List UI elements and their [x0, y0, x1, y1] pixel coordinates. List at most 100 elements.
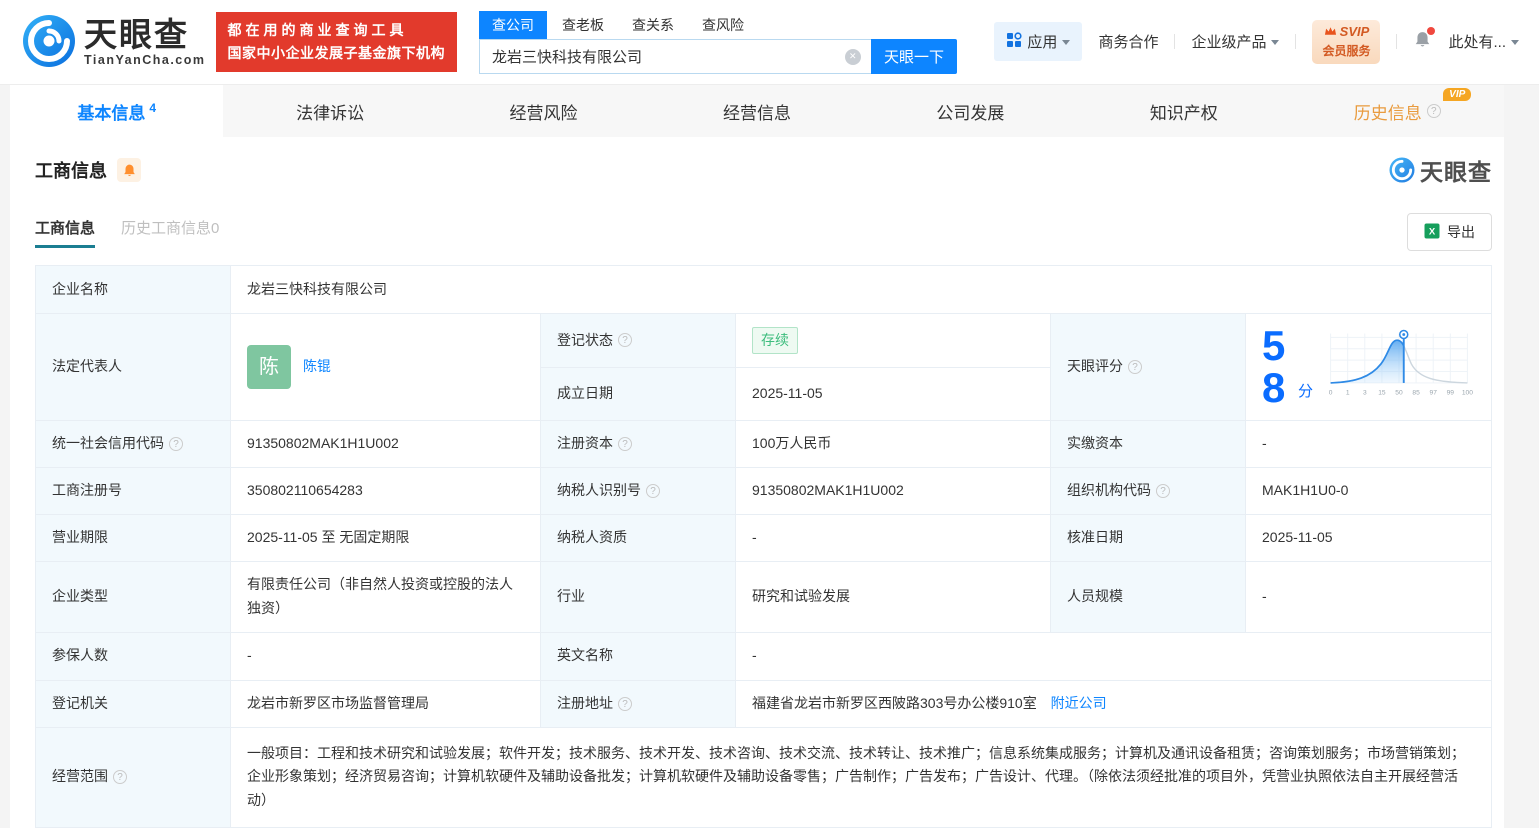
field-value-business-scope: 一般项目：工程和技术研究和试验发展；软件开发；技术服务、技术开发、技术咨询、技术…	[230, 726, 1492, 828]
search-area: 查公司 查老板 查关系 查风险 天眼一下	[479, 10, 957, 74]
field-value-business-term: 2025-11-05 至 无固定期限	[230, 513, 541, 562]
field-value-org-code: MAK1H1U0-0	[1245, 466, 1492, 515]
field-value-approval-date: 2025-11-05	[1245, 513, 1492, 562]
subscribe-bell-button[interactable]	[117, 158, 141, 182]
user-menu-label: 此处有...	[1448, 34, 1506, 52]
tab-history-info[interactable]: VIP 历史信息	[1291, 85, 1504, 137]
field-value-credit-code: 91350802MAK1H1U002	[230, 419, 541, 468]
field-label-staff-size: 人员规模	[1050, 560, 1246, 633]
field-value-industry: 研究和试验发展	[735, 560, 1051, 633]
tianyancha-watermark: 天眼查	[1389, 153, 1492, 187]
field-label-reg-authority: 登记机关	[35, 679, 231, 728]
enterprise-products-label: 企业级产品	[1191, 34, 1267, 52]
svip-label-line1: SVIP	[1339, 23, 1370, 39]
svg-text:15: 15	[1378, 389, 1386, 396]
question-circle-icon[interactable]	[1128, 359, 1142, 374]
tab-operating-info[interactable]: 经营信息	[650, 85, 863, 137]
excel-icon: X	[1424, 223, 1440, 242]
subtab-business-info[interactable]: 工商信息	[35, 217, 96, 248]
table-row: 营业期限 2025-11-05 至 无固定期限 纳税人资质 - 核准日期 202…	[35, 513, 1492, 562]
tab-label: 经营风险	[509, 103, 578, 123]
field-label-english-name: 英文名称	[540, 631, 736, 681]
field-value-reg-status: 存续	[735, 313, 1051, 368]
tab-legal-lawsuits[interactable]: 法律诉讼	[223, 85, 436, 137]
question-circle-icon[interactable]	[169, 436, 183, 451]
svg-text:85: 85	[1412, 389, 1420, 396]
divider	[1174, 34, 1176, 50]
chevron-down-icon	[1271, 40, 1280, 46]
export-label: 导出	[1447, 224, 1475, 240]
question-circle-icon[interactable]	[618, 333, 632, 348]
search-input[interactable]	[479, 38, 871, 74]
svg-text:100: 100	[1462, 389, 1473, 396]
grid-icon	[1006, 32, 1023, 52]
tab-operating-risk[interactable]: 经营风险	[437, 85, 650, 137]
tab-label: 基本信息	[77, 103, 146, 123]
field-value-taxpayer-quality: -	[735, 513, 1051, 562]
tab-company-development[interactable]: 公司发展	[864, 85, 1077, 137]
legal-rep-link[interactable]: 陈锟	[303, 355, 331, 379]
field-value-reg-number: 350802110654283	[230, 466, 541, 515]
table-row: 登记机关 龙岩市新罗区市场监督管理局 注册地址 福建省龙岩市新罗区西陂路303号…	[35, 679, 1492, 728]
tab-label: 经营信息	[722, 103, 791, 123]
business-coop-menu[interactable]: 商务合作	[1098, 31, 1158, 52]
question-circle-icon[interactable]	[1426, 104, 1441, 118]
circle-x-icon[interactable]	[845, 48, 861, 65]
question-circle-icon[interactable]	[646, 483, 660, 498]
export-button[interactable]: X 导出	[1407, 213, 1492, 251]
search-tab-risk[interactable]: 查风险	[689, 11, 757, 39]
subtab-history-business-info[interactable]: 历史工商信息0	[121, 217, 219, 248]
field-label-paid-capital: 实缴资本	[1050, 419, 1246, 468]
question-circle-icon[interactable]	[113, 770, 127, 785]
svg-text:97: 97	[1430, 389, 1438, 396]
field-label-approval-date: 核准日期	[1050, 513, 1246, 562]
content: 工商信息 天眼查 工商信息 历史工商信息0 X 导出 企业名称 龙岩三快科技有限…	[10, 137, 1504, 828]
field-value-reg-authority: 龙岩市新罗区市场监督管理局	[230, 679, 541, 728]
notification-bell-button[interactable]	[1413, 27, 1436, 53]
question-circle-icon[interactable]	[1156, 483, 1170, 498]
search-button[interactable]: 天眼一下	[871, 38, 957, 74]
search-tab-relation[interactable]: 查关系	[619, 11, 687, 39]
field-label-reg-address: 注册地址	[540, 679, 736, 728]
search-tab-boss[interactable]: 查老板	[549, 11, 617, 39]
table-row: 法定代表人 陈 陈锟 登记状态 存续	[35, 313, 1492, 421]
enterprise-products-menu[interactable]: 企业级产品	[1191, 31, 1280, 52]
legal-rep-avatar[interactable]: 陈	[247, 344, 291, 389]
address-text: 福建省龙岩市新罗区西陂路303号办公楼910室	[752, 694, 1037, 711]
table-row: 工商注册号 350802110654283 纳税人识别号 91350802MAK…	[35, 466, 1492, 515]
status-badge: 存续	[752, 326, 798, 355]
business-coop-label: 商务合作	[1098, 34, 1159, 52]
brand-logo[interactable]: 天眼查 TianYanCha.com	[22, 14, 206, 71]
user-menu[interactable]: 此处有...	[1448, 31, 1519, 52]
svip-label-line2: 会员服务	[1322, 43, 1371, 58]
chevron-down-icon	[1062, 40, 1071, 46]
question-circle-icon[interactable]	[618, 696, 632, 711]
field-value-english-name: -	[735, 631, 1492, 681]
field-label-score: 天眼评分	[1050, 313, 1246, 421]
tab-intellectual-property[interactable]: 知识产权	[1077, 85, 1290, 137]
tab-count-badge: 4	[149, 101, 157, 115]
search-tab-company[interactable]: 查公司	[479, 10, 547, 39]
field-label-industry: 行业	[540, 560, 736, 633]
svip-member-button[interactable]: SVIP 会员服务	[1312, 19, 1381, 65]
slogan-line2: 国家中小企业发展子基金旗下机构	[227, 45, 445, 61]
field-value-establish-date: 2025-11-05	[735, 366, 1051, 421]
field-label-business-term: 营业期限	[35, 513, 231, 562]
bell-icon	[1413, 32, 1432, 53]
field-label-reg-capital: 注册资本	[540, 419, 736, 468]
field-label-credit-code: 统一社会信用代码	[35, 419, 231, 468]
nearby-companies-link[interactable]: 附近公司	[1051, 695, 1107, 711]
tianyancha-swirl-icon	[22, 14, 76, 71]
apps-label: 应用	[1027, 34, 1058, 52]
svg-text:0: 0	[1329, 389, 1333, 396]
divider	[1295, 34, 1297, 50]
field-label-org-code: 组织机构代码	[1050, 466, 1246, 515]
field-value-taxpayer-id: 91350802MAK1H1U002	[735, 466, 1051, 515]
apps-menu[interactable]: 应用	[994, 22, 1083, 62]
section-title: 工商信息	[35, 161, 107, 181]
tab-basic-info[interactable]: 基本信息 4	[10, 85, 224, 137]
field-label-legal-rep: 法定代表人	[35, 313, 231, 421]
field-value-legal-rep: 陈 陈锟	[230, 313, 541, 421]
field-label-insured-count: 参保人数	[35, 631, 231, 681]
question-circle-icon[interactable]	[618, 436, 632, 451]
